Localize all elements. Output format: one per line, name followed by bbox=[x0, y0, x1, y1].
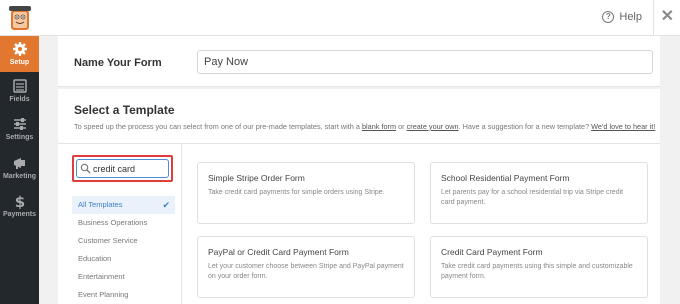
svg-text:$: $ bbox=[14, 193, 24, 209]
category-label: All Templates bbox=[78, 200, 123, 209]
category-label: Customer Service bbox=[78, 236, 138, 245]
template-card-desc: Let parents pay for a school residential… bbox=[441, 189, 624, 206]
template-search-highlight bbox=[72, 155, 173, 182]
megaphone-icon bbox=[13, 158, 25, 169]
builder-sidebar: Setup Fields Settings Marketing $ Paymen… bbox=[0, 36, 39, 304]
suggest-template-link[interactable]: We'd love to hear it! bbox=[591, 122, 655, 131]
category-label: Entertainment bbox=[78, 272, 125, 281]
sidebar-item-settings[interactable]: Settings bbox=[0, 111, 39, 147]
sidebar-item-label: Payments bbox=[2, 211, 37, 218]
form-name-section: Name Your Form bbox=[58, 36, 660, 87]
fields-list-icon bbox=[12, 79, 27, 93]
template-section: Select a Template To speed up the proces… bbox=[58, 89, 660, 304]
template-search-input[interactable] bbox=[91, 160, 167, 177]
desc-text: or bbox=[396, 122, 407, 131]
category-item-event-planning[interactable]: Event Planning bbox=[72, 286, 175, 304]
desc-text: To speed up the process you can select f… bbox=[74, 122, 362, 131]
help-icon: ? bbox=[602, 11, 615, 23]
desc-text: . Have a suggestion for a new template? bbox=[458, 122, 592, 131]
sidebar-item-label: Marketing bbox=[2, 173, 37, 180]
blank-form-link[interactable]: blank form bbox=[362, 122, 396, 131]
template-card-title: Simple Stripe Order Form bbox=[208, 173, 305, 183]
template-card-title: PayPal or Credit Card Payment Form bbox=[208, 247, 349, 257]
sidebar-item-label: Setup bbox=[9, 59, 30, 66]
dollar-icon: $ bbox=[14, 193, 24, 209]
template-card-credit-card-payment[interactable]: Credit Card Payment Form Take credit car… bbox=[430, 236, 648, 298]
template-card-school-residential-payment[interactable]: School Residential Payment Form Let pare… bbox=[430, 162, 648, 224]
help-link[interactable]: ? Help bbox=[602, 11, 642, 23]
sidebar-item-label: Settings bbox=[5, 134, 34, 141]
category-item-all-templates[interactable]: All Templates ✔ bbox=[72, 196, 175, 214]
template-search-field[interactable] bbox=[76, 159, 169, 178]
category-item-business-operations[interactable]: Business Operations bbox=[72, 214, 175, 232]
sidebar-item-fields[interactable]: Fields bbox=[0, 73, 39, 109]
create-your-own-link[interactable]: create your own bbox=[407, 122, 459, 131]
setup-panel: Name Your Form Select a Template To spee… bbox=[39, 36, 680, 304]
help-label: Help bbox=[619, 11, 642, 23]
template-section-title: Select a Template bbox=[74, 103, 175, 117]
template-card-paypal-or-credit-card[interactable]: PayPal or Credit Card Payment Form Let y… bbox=[197, 236, 415, 298]
checkmark-icon: ✔ bbox=[162, 200, 170, 210]
form-name-label: Name Your Form bbox=[74, 57, 162, 69]
category-list: All Templates ✔ Business Operations Cust… bbox=[72, 196, 175, 304]
template-description: To speed up the process you can select f… bbox=[74, 122, 655, 131]
category-label: Education bbox=[78, 254, 112, 263]
sidebar-item-setup[interactable]: Setup bbox=[0, 36, 39, 72]
template-card-title: School Residential Payment Form bbox=[441, 173, 570, 183]
wpforms-logo-icon bbox=[9, 6, 31, 30]
gear-icon bbox=[12, 42, 27, 56]
sidebar-item-payments[interactable]: $ Payments bbox=[0, 188, 39, 224]
form-name-input[interactable] bbox=[197, 50, 653, 74]
close-icon[interactable]: ✕ bbox=[661, 9, 674, 25]
template-card-title: Credit Card Payment Form bbox=[441, 247, 543, 257]
top-divider bbox=[653, 0, 654, 36]
template-card-desc: Take credit card payments using this sim… bbox=[441, 263, 633, 280]
template-card-desc: Take credit card payments for simple ord… bbox=[208, 189, 385, 196]
template-card-simple-stripe-order[interactable]: Simple Stripe Order Form Take credit car… bbox=[197, 162, 415, 224]
sidebar-item-marketing[interactable]: Marketing bbox=[0, 150, 39, 186]
category-item-entertainment[interactable]: Entertainment bbox=[72, 268, 175, 286]
sliders-icon bbox=[13, 118, 26, 130]
category-item-customer-service[interactable]: Customer Service bbox=[72, 232, 175, 250]
search-icon bbox=[80, 163, 91, 174]
top-bar: ? Help ✕ bbox=[0, 0, 680, 36]
category-item-education[interactable]: Education bbox=[72, 250, 175, 268]
sidebar-item-label: Fields bbox=[9, 96, 30, 103]
template-card-desc: Let your customer choose between Stripe … bbox=[208, 263, 404, 280]
category-label: Event Planning bbox=[78, 290, 129, 299]
category-label: Business Operations bbox=[78, 218, 148, 227]
